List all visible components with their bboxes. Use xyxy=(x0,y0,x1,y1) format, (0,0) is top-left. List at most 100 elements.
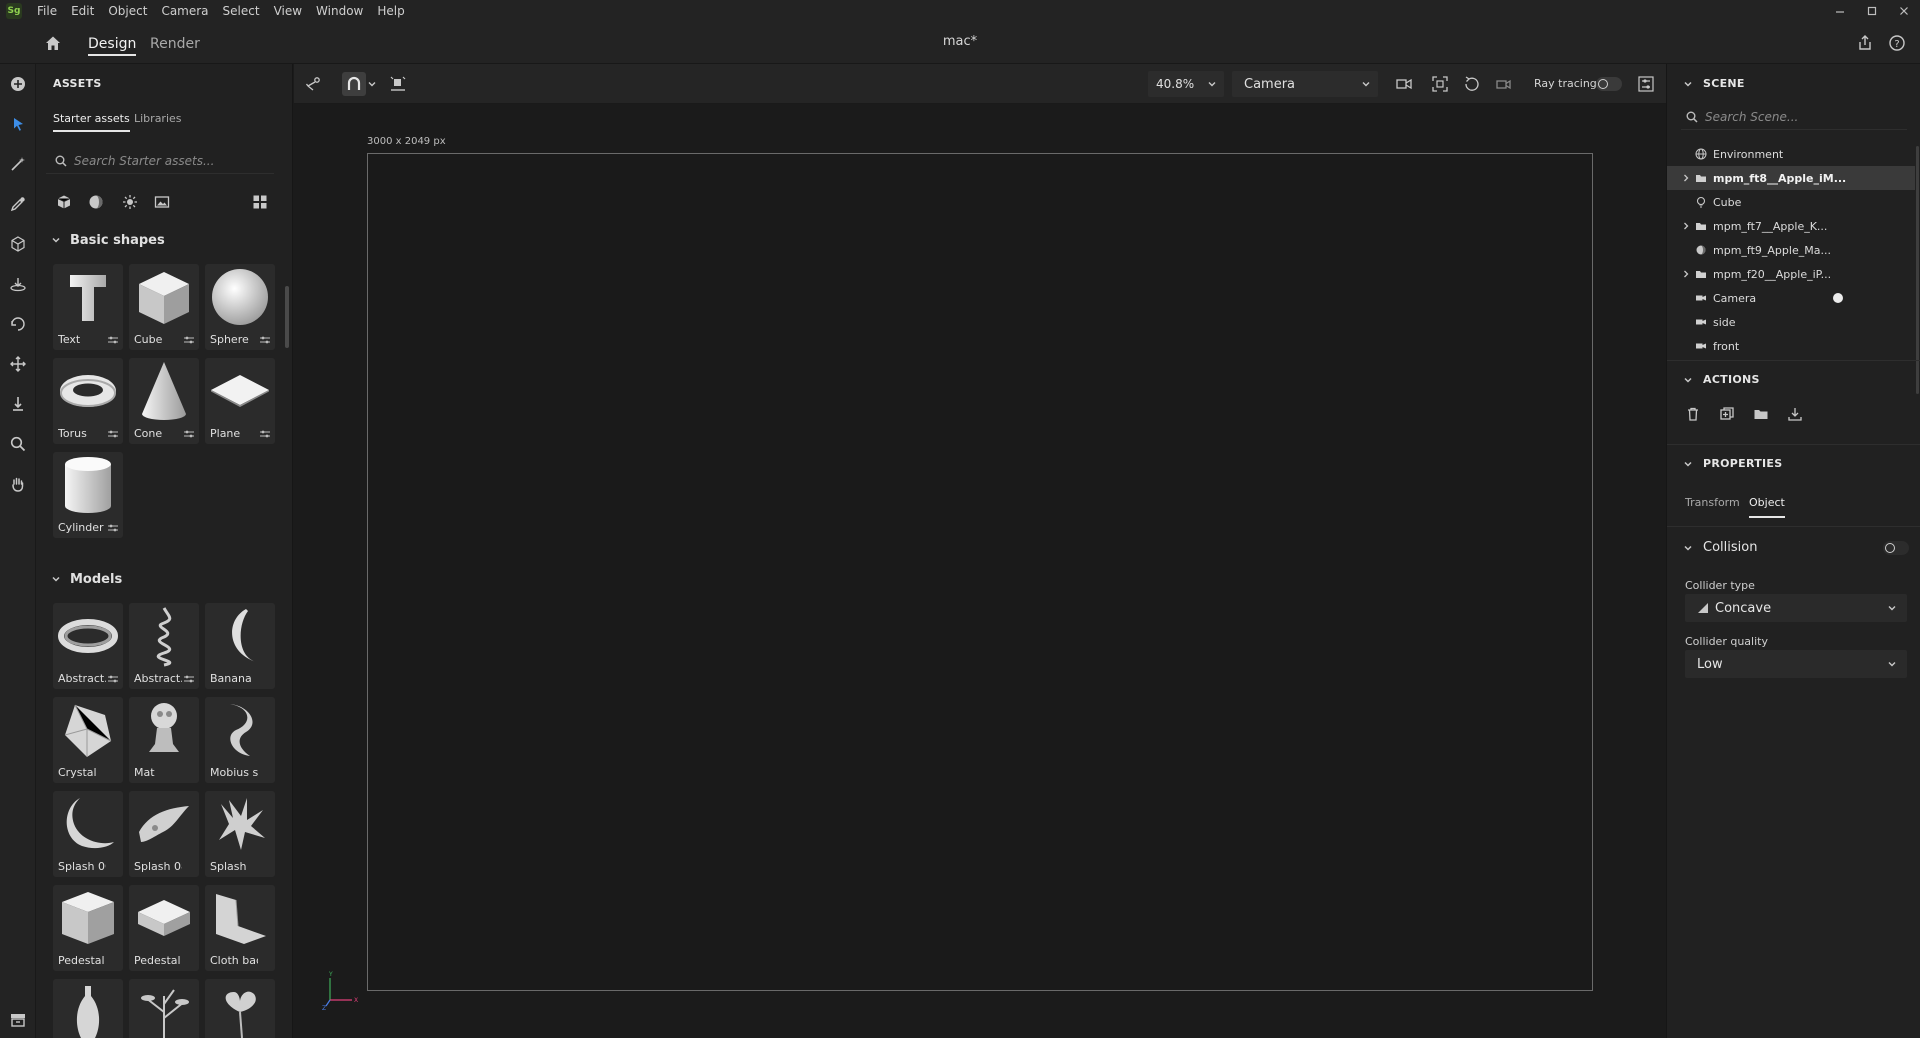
dolly-tool[interactable] xyxy=(6,392,30,416)
adjust-icon[interactable] xyxy=(107,429,119,439)
adjust-icon[interactable] xyxy=(107,523,119,533)
menu-view[interactable]: View xyxy=(267,0,309,22)
camera-view-button[interactable] xyxy=(1392,72,1416,96)
asset-tile-splash[interactable]: Splash xyxy=(205,791,275,877)
asset-tile-plant[interactable] xyxy=(129,979,199,1038)
scene-item-front[interactable]: front xyxy=(1667,334,1915,358)
menu-camera[interactable]: Camera xyxy=(154,0,215,22)
tab-render[interactable]: Render xyxy=(150,32,200,56)
menu-select[interactable]: Select xyxy=(216,0,267,22)
asset-tile-sphere[interactable]: Sphere xyxy=(205,264,275,350)
scene-item-side[interactable]: side xyxy=(1667,310,1915,334)
tab-libraries[interactable]: Libraries xyxy=(134,112,182,132)
hand-tool[interactable] xyxy=(6,472,30,496)
camera-select[interactable]: Camera xyxy=(1232,71,1378,97)
collider-type-dropdown[interactable]: Concave xyxy=(1685,594,1907,622)
pan-tool[interactable] xyxy=(6,352,30,376)
asset-tile-crystal[interactable]: Crystal xyxy=(53,697,123,783)
asset-tile-abstract-1[interactable]: Abstract... xyxy=(53,603,123,689)
snap-button[interactable] xyxy=(342,72,366,96)
archive-button[interactable] xyxy=(6,1008,30,1032)
chevron-right-icon[interactable] xyxy=(1681,221,1691,231)
eyedropper-tool[interactable] xyxy=(6,192,30,216)
asset-tile-mat[interactable]: Mat xyxy=(129,697,199,783)
adjust-icon[interactable] xyxy=(259,429,271,439)
scene-item-mpm-ft7[interactable]: mpm_ft7__Apple_K... xyxy=(1667,214,1915,238)
chevron-right-icon[interactable] xyxy=(1681,173,1691,183)
zoom-tool[interactable] xyxy=(6,432,30,456)
filter-images-button[interactable] xyxy=(152,192,172,212)
share-button[interactable] xyxy=(1854,32,1876,54)
menu-file[interactable]: File xyxy=(30,0,64,22)
asset-tile-cube[interactable]: Cube xyxy=(129,264,199,350)
menu-edit[interactable]: Edit xyxy=(64,0,101,22)
scene-item-camera[interactable]: Camera xyxy=(1667,286,1915,310)
adjust-icon[interactable] xyxy=(183,335,195,345)
asset-tile-pedestal-2[interactable]: Pedestal a... xyxy=(129,885,199,971)
snap-options-button[interactable] xyxy=(364,72,380,96)
orbit-tool[interactable] xyxy=(6,312,30,336)
select-tool[interactable] xyxy=(6,112,30,136)
asset-tile-banana[interactable]: Banana xyxy=(205,603,275,689)
magic-wand-tool[interactable] xyxy=(6,152,30,176)
close-window-button[interactable] xyxy=(1888,0,1920,22)
drop-to-ground-action-button[interactable] xyxy=(1785,404,1805,424)
asset-tile-pedestal-1[interactable]: Pedestal a... xyxy=(53,885,123,971)
ray-tracing-toggle[interactable] xyxy=(1596,77,1622,91)
drop-to-ground-button[interactable] xyxy=(386,72,410,96)
collider-quality-dropdown[interactable]: Low xyxy=(1685,650,1907,678)
menu-help[interactable]: Help xyxy=(370,0,411,22)
canvas-artboard[interactable] xyxy=(367,153,1593,991)
scene-item-mpm-f20[interactable]: mpm_f20__Apple_iP... xyxy=(1667,262,1915,286)
delete-button[interactable] xyxy=(1683,404,1703,424)
minimize-button[interactable] xyxy=(1824,0,1856,22)
asset-tile-cylinder[interactable]: Cylinder xyxy=(53,452,123,538)
adjust-icon[interactable] xyxy=(183,429,195,439)
zoom-select[interactable]: 40.8% xyxy=(1148,71,1224,97)
chevron-right-icon[interactable] xyxy=(1681,269,1691,279)
collision-header[interactable]: Collision xyxy=(1683,540,1757,555)
adjust-icon[interactable] xyxy=(259,335,271,345)
properties-header[interactable]: PROPERTIES xyxy=(1683,457,1782,470)
asset-tile-cloth-back[interactable]: Cloth back... xyxy=(205,885,275,971)
transform-mode-button[interactable] xyxy=(302,72,326,96)
add-tool[interactable] xyxy=(6,72,30,96)
menu-object[interactable]: Object xyxy=(101,0,154,22)
scene-scrollbar[interactable] xyxy=(1916,146,1919,394)
asset-tile-cone[interactable]: Cone xyxy=(129,358,199,444)
models-header[interactable]: Models xyxy=(50,569,122,589)
tab-starter-assets[interactable]: Starter assets xyxy=(53,112,130,132)
adjust-icon[interactable] xyxy=(107,335,119,345)
asset-tile-splash-06[interactable]: Splash 06 xyxy=(53,791,123,877)
assets-scrollbar[interactable] xyxy=(285,286,289,348)
help-button[interactable]: ? xyxy=(1886,32,1908,54)
render-settings-button[interactable] xyxy=(1634,72,1658,96)
tab-design[interactable]: Design xyxy=(88,32,137,56)
asset-tile-text[interactable]: Text xyxy=(53,264,123,350)
menu-window[interactable]: Window xyxy=(309,0,370,22)
viewport[interactable]: 3000 x 2049 px Y X Z xyxy=(294,104,1666,1038)
asset-tile-abstract-2[interactable]: Abstract... xyxy=(129,603,199,689)
basic-shapes-header[interactable]: Basic shapes xyxy=(50,230,165,250)
tab-object[interactable]: Object xyxy=(1749,496,1785,518)
scene-header[interactable]: SCENE xyxy=(1683,77,1745,90)
object-tool[interactable] xyxy=(6,232,30,256)
frame-selection-button[interactable] xyxy=(1428,72,1452,96)
filter-lights-button[interactable] xyxy=(120,192,140,212)
tab-transform[interactable]: Transform xyxy=(1685,496,1740,518)
duplicate-button[interactable] xyxy=(1717,404,1737,424)
active-camera-indicator[interactable] xyxy=(1833,293,1843,303)
actions-header[interactable]: ACTIONS xyxy=(1683,373,1760,386)
asset-tile-mobius[interactable]: Mobius strip xyxy=(205,697,275,783)
maximize-button[interactable] xyxy=(1856,0,1888,22)
filter-materials-button[interactable] xyxy=(86,192,106,212)
asset-tile-flower[interactable] xyxy=(205,979,275,1038)
group-button[interactable] xyxy=(1751,404,1771,424)
reset-view-button[interactable] xyxy=(1460,72,1484,96)
asset-tile-plane[interactable]: Plane xyxy=(205,358,275,444)
scene-item-mpm-ft8[interactable]: mpm_ft8__Apple_iM... xyxy=(1667,166,1915,190)
asset-tile-torus[interactable]: Torus xyxy=(53,358,123,444)
home-button[interactable] xyxy=(42,32,64,54)
grid-view-button[interactable] xyxy=(250,192,270,212)
adjust-icon[interactable] xyxy=(107,674,119,684)
